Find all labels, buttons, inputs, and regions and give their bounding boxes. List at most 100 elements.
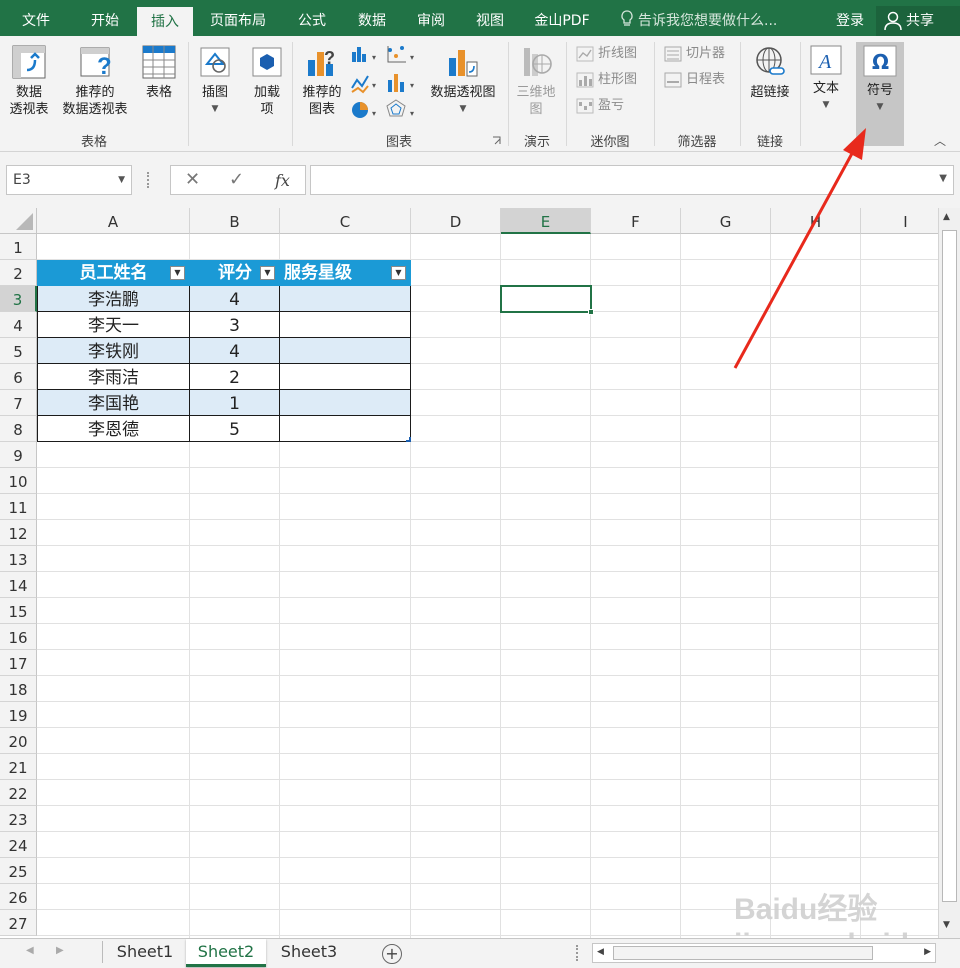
row-header-3[interactable]: 3 bbox=[0, 286, 37, 312]
row-header-27[interactable]: 27 bbox=[0, 910, 37, 936]
sparkline-winloss-button[interactable]: 盈亏 bbox=[576, 96, 624, 116]
tab-review[interactable]: 审阅 bbox=[405, 0, 457, 36]
table-resize-handle[interactable] bbox=[406, 437, 411, 442]
sparkline-column-button[interactable]: 柱形图 bbox=[576, 70, 637, 90]
table-button[interactable]: 表格 bbox=[138, 44, 180, 101]
scroll-down-icon[interactable]: ▼ bbox=[943, 920, 950, 930]
service-level-cell[interactable] bbox=[280, 364, 411, 390]
recommended-charts-button[interactable]: ? 推荐的 图表 bbox=[298, 44, 346, 118]
row-header-10[interactable]: 10 bbox=[0, 468, 37, 494]
row-header-24[interactable]: 24 bbox=[0, 832, 37, 858]
cancel-icon[interactable]: ✕ bbox=[185, 169, 200, 190]
tab-home[interactable]: 开始 bbox=[76, 0, 134, 36]
scroll-left-icon[interactable]: ◀ bbox=[597, 947, 604, 957]
tab-data[interactable]: 数据 bbox=[346, 0, 398, 36]
collapse-ribbon-icon[interactable]: ︿ bbox=[934, 132, 946, 149]
column-header-f[interactable]: F bbox=[591, 208, 681, 234]
row-header-4[interactable]: 4 bbox=[0, 312, 37, 338]
chart-type-buttons[interactable]: ▾ ▾ ▾ ▾ ▾ ▾ bbox=[350, 44, 418, 120]
row-header-21[interactable]: 21 bbox=[0, 754, 37, 780]
text-button[interactable]: A 文本 ▼ bbox=[804, 44, 848, 114]
scroll-thumb[interactable] bbox=[942, 230, 957, 902]
vertical-scrollbar[interactable]: ▲ ▼ bbox=[938, 208, 960, 938]
employee-name-cell[interactable]: 李国艳 bbox=[37, 390, 190, 416]
score-cell[interactable]: 4 bbox=[190, 286, 280, 312]
pivot-table-button[interactable]: 数据 透视表 bbox=[6, 44, 52, 118]
add-sheet-button[interactable]: + bbox=[382, 944, 402, 964]
sheet-tab-sheet2[interactable]: Sheet2 bbox=[186, 939, 266, 967]
filter-dropdown-icon[interactable]: ▼ bbox=[391, 266, 406, 280]
column-header-i[interactable]: I bbox=[861, 208, 938, 234]
illustrations-button[interactable]: 插图 ▼ bbox=[194, 44, 236, 118]
column-header-b[interactable]: B bbox=[190, 208, 280, 234]
column-header-h[interactable]: H bbox=[771, 208, 861, 234]
tab-insert[interactable]: 插入 bbox=[137, 7, 193, 36]
service-level-cell[interactable] bbox=[280, 312, 411, 338]
tab-page-layout[interactable]: 页面布局 bbox=[198, 0, 278, 36]
worksheet-grid[interactable]: ABCDEFGHI 1 2 3 4 5 6 7 8 9 10 11 12 13 14 15 16 17 18 19 2… bbox=[0, 208, 938, 938]
timeline-button[interactable]: 日程表 bbox=[664, 70, 725, 90]
horizontal-scrollbar[interactable]: ◀ ▶ bbox=[592, 943, 936, 963]
score-cell[interactable]: 3 bbox=[190, 312, 280, 338]
service-level-cell[interactable] bbox=[280, 286, 411, 312]
service-level-cell[interactable] bbox=[280, 338, 411, 364]
prev-sheet-icon[interactable]: ◀ bbox=[26, 945, 34, 956]
row-header-26[interactable]: 26 bbox=[0, 884, 37, 910]
row-header-6[interactable]: 6 bbox=[0, 364, 37, 390]
expand-formula-icon[interactable]: ▼ bbox=[939, 173, 947, 184]
table-header-cell[interactable]: 服务星级 ▼ bbox=[280, 260, 411, 286]
employee-name-cell[interactable]: 李天一 bbox=[37, 312, 190, 338]
hyperlink-button[interactable]: 超链接 bbox=[744, 44, 796, 101]
employee-name-cell[interactable]: 李浩鹏 bbox=[37, 286, 190, 312]
row-header-2[interactable]: 2 bbox=[0, 260, 37, 286]
column-header-a[interactable]: A bbox=[37, 208, 190, 234]
filter-dropdown-icon[interactable]: ▼ bbox=[170, 266, 185, 280]
row-header-5[interactable]: 5 bbox=[0, 338, 37, 364]
row-header-17[interactable]: 17 bbox=[0, 650, 37, 676]
slicer-button[interactable]: 切片器 bbox=[664, 44, 725, 64]
row-header-7[interactable]: 7 bbox=[0, 390, 37, 416]
hscroll-thumb[interactable] bbox=[613, 946, 873, 960]
tell-me-box[interactable]: 告诉我您想要做什么... bbox=[620, 0, 777, 36]
employee-name-cell[interactable]: 李恩德 bbox=[37, 416, 190, 442]
tab-file[interactable]: 文件 bbox=[8, 0, 64, 36]
3d-map-button[interactable]: 三维地 图 bbox=[512, 44, 560, 118]
score-cell[interactable]: 4 bbox=[190, 338, 280, 364]
enter-icon[interactable]: ✓ bbox=[229, 169, 244, 190]
scroll-right-icon[interactable]: ▶ bbox=[924, 947, 931, 957]
row-header-23[interactable]: 23 bbox=[0, 806, 37, 832]
filter-dropdown-icon[interactable]: ▼ bbox=[260, 266, 275, 280]
sheet-tab-sheet1[interactable]: Sheet1 bbox=[106, 939, 184, 967]
service-level-cell[interactable] bbox=[280, 416, 411, 442]
row-header-1[interactable]: 1 bbox=[0, 234, 37, 260]
score-cell[interactable]: 1 bbox=[190, 390, 280, 416]
recommended-pivot-button[interactable]: ? 推荐的 数据透视表 bbox=[56, 44, 134, 118]
table-header-cell[interactable]: 评分 ▼ bbox=[190, 260, 280, 286]
tab-formulas[interactable]: 公式 bbox=[286, 0, 338, 36]
share-button[interactable]: 共享 bbox=[876, 6, 960, 36]
pivot-chart-button[interactable]: 数据透视图 ▼ bbox=[424, 44, 502, 118]
score-cell[interactable]: 5 bbox=[190, 416, 280, 442]
row-header-12[interactable]: 12 bbox=[0, 520, 37, 546]
row-header-19[interactable]: 19 bbox=[0, 702, 37, 728]
column-header-c[interactable]: C bbox=[280, 208, 411, 234]
sheet-tab-sheet3[interactable]: Sheet3 bbox=[270, 939, 348, 967]
score-cell[interactable]: 2 bbox=[190, 364, 280, 390]
row-header-13[interactable]: 13 bbox=[0, 546, 37, 572]
row-header-14[interactable]: 14 bbox=[0, 572, 37, 598]
next-sheet-icon[interactable]: ▶ bbox=[56, 945, 64, 956]
row-header-8[interactable]: 8 bbox=[0, 416, 37, 442]
insert-function-icon[interactable]: fx bbox=[275, 171, 290, 190]
row-header-22[interactable]: 22 bbox=[0, 780, 37, 806]
tab-view[interactable]: 视图 bbox=[464, 0, 516, 36]
scroll-up-icon[interactable]: ▲ bbox=[943, 212, 950, 222]
row-header-20[interactable]: 20 bbox=[0, 728, 37, 754]
row-header-16[interactable]: 16 bbox=[0, 624, 37, 650]
name-box[interactable]: E3 ▼ bbox=[6, 165, 132, 195]
column-header-g[interactable]: G bbox=[681, 208, 771, 234]
row-header-11[interactable]: 11 bbox=[0, 494, 37, 520]
addins-button[interactable]: 加载 项 bbox=[246, 44, 288, 118]
row-header-25[interactable]: 25 bbox=[0, 858, 37, 884]
table-header-cell[interactable]: 员工姓名 ▼ bbox=[37, 260, 190, 286]
active-cell-e3[interactable] bbox=[500, 285, 594, 315]
